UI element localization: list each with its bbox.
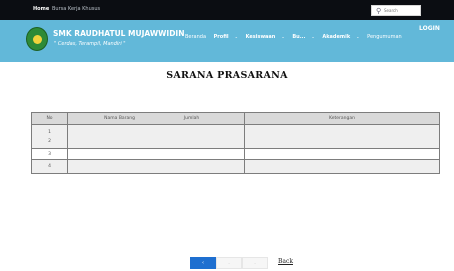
col-header-no: No: [31, 112, 68, 125]
col-header-nama-barang: Nama Barang: [67, 112, 139, 125]
table-row: 3: [31, 148, 440, 160]
col-header-jumlah: Jumlah: [139, 112, 245, 125]
site-header: SMK RAUDHATUL MUJAWWIDIN " Cerdas, Teram…: [0, 20, 454, 62]
row-number: 4: [31, 159, 68, 174]
top-bar: Home Bursa Kerja Khusus ⚲: [0, 0, 454, 20]
chevron-down-icon: ⌄: [281, 34, 285, 39]
nav-akademik[interactable]: Akademik: [322, 34, 350, 40]
main-nav: Beranda Profil ⌄ Kesiswaan ⌄ Bu... ⌄ Akadem…: [185, 34, 408, 40]
pagination-page-button[interactable]: ·: [242, 257, 268, 269]
row-number-cell: 1 2: [31, 124, 68, 149]
home-link[interactable]: Home: [33, 6, 49, 12]
pagination-previous-button[interactable]: ‹: [190, 257, 216, 269]
row-number: 3: [31, 148, 68, 160]
chevron-down-icon: ⌄: [234, 34, 238, 39]
school-name[interactable]: SMK RAUDHATUL MUJAWWIDIN: [53, 29, 185, 38]
nav-kesiswaan[interactable]: Kesiswaan: [246, 34, 276, 40]
back-link[interactable]: Back: [278, 258, 293, 265]
nav-beranda[interactable]: Beranda: [185, 34, 206, 40]
nama-barang-cell: [67, 124, 245, 149]
bkk-link[interactable]: Bursa Kerja Khusus: [52, 6, 100, 12]
facilities-table: No Nama Barang Jumlah Keterangan 1 2 3 4: [31, 112, 440, 174]
col-header-keterangan: Keterangan: [244, 112, 440, 125]
nav-pengumuman[interactable]: Pengumuman: [367, 34, 402, 40]
nama-barang-cell: [67, 148, 245, 160]
keterangan-cell: [244, 148, 440, 160]
chevron-down-icon: ⌄: [311, 34, 315, 39]
page-title: SARANA PRASARANA: [166, 70, 288, 81]
nav-bu[interactable]: Bu...: [292, 34, 305, 40]
table-row: 1 2: [31, 124, 440, 149]
pagination: ‹ · ·: [190, 257, 268, 269]
chevron-down-icon: ⌄: [356, 34, 360, 39]
school-logo[interactable]: [26, 27, 48, 51]
table-row: 4: [31, 159, 440, 174]
nav-profil[interactable]: Profil: [214, 34, 229, 40]
search-icon: ⚲: [376, 7, 382, 15]
row-number: 1: [48, 129, 51, 135]
login-button[interactable]: LOGIN: [419, 25, 440, 32]
table-header-row: No Nama Barang Jumlah Keterangan: [31, 112, 440, 125]
keterangan-cell: [244, 124, 440, 149]
school-tagline: " Cerdas, Terampil, Mandiri ": [54, 41, 126, 47]
row-number: 2: [48, 138, 51, 144]
search-input[interactable]: [384, 7, 420, 14]
pagination-page-button[interactable]: ·: [216, 257, 242, 269]
search-box[interactable]: ⚲: [371, 5, 421, 16]
keterangan-cell: [244, 159, 440, 174]
nama-barang-cell: [67, 159, 245, 174]
